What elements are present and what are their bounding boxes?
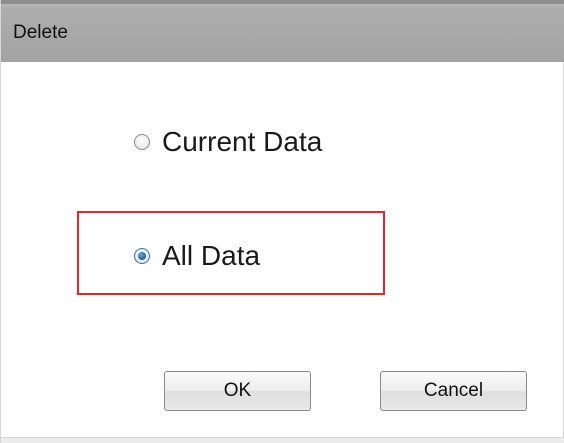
cancel-button[interactable]: Cancel [380, 371, 527, 411]
delete-dialog: Delete Current Data All Data OK Cancel [0, 0, 564, 443]
all-data-label: All Data [162, 240, 261, 271]
ok-button[interactable]: OK [164, 371, 311, 411]
all-data-radio[interactable] [134, 248, 150, 264]
dialog-title: Delete [13, 22, 68, 43]
current-data-label: Current Data [162, 126, 323, 157]
current-data-radio[interactable] [134, 134, 150, 150]
dialog-bottom-edge [1, 437, 564, 443]
option-all-data[interactable]: All Data [134, 236, 260, 276]
option-current-data[interactable]: Current Data [134, 122, 322, 162]
dialog-title-bar[interactable]: Delete [1, 0, 564, 62]
